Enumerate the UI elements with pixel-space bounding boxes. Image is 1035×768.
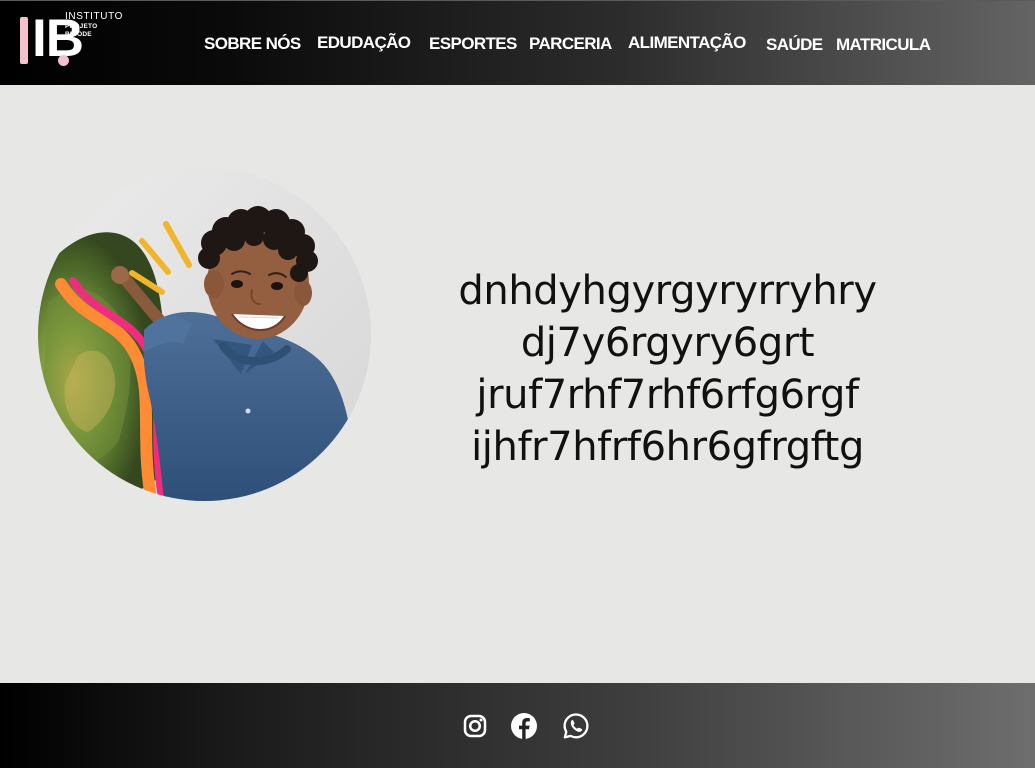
site-logo[interactable]: IB INSTITUTO PROJETO BIGODE (20, 11, 140, 70)
page: IB INSTITUTO PROJETO BIGODE SOBRE NÓS ED… (0, 0, 1035, 768)
main-content: dnhdyhgyrgyryrryhry dj7y6rgyry6grt jruf7… (0, 85, 1035, 683)
nav-item-esportes[interactable]: ESPORTES (429, 32, 517, 56)
whatsapp-icon[interactable] (561, 711, 591, 741)
nav-item-parceria[interactable]: PARCERIA (529, 32, 612, 56)
site-header: IB INSTITUTO PROJETO BIGODE SOBRE NÓS ED… (0, 0, 1035, 85)
child-photo-illustration (38, 168, 371, 501)
nav-item-saude[interactable]: SAÚDE (766, 33, 823, 57)
hero-text-line-3: jruf7rhf7rhf6rfg6rgf (476, 372, 859, 418)
main-navigation: SOBRE NÓS EDUDAÇÃO ESPORTES PARCERIA ALI… (204, 31, 964, 59)
logo-text: INSTITUTO PROJETO BIGODE (65, 11, 123, 39)
hero-text-line-1: dnhdyhgyrgyryrryhry (458, 268, 877, 314)
hero-text-line-2: dj7y6rgyry6grt (520, 320, 815, 366)
nav-item-alimentacao[interactable]: ALIMENTAÇÃO (628, 31, 746, 55)
hero-text-block: dnhdyhgyrgyryrryhry dj7y6rgyry6grt jruf7… (440, 265, 895, 473)
logo-line-instituto: INSTITUTO (65, 11, 123, 22)
site-footer (0, 683, 1035, 768)
hero-child-photo (38, 168, 371, 501)
logo-line-bigode: BIGODE (65, 31, 92, 38)
logo-accent-dot (58, 55, 69, 66)
nav-item-matricula[interactable]: MATRICULA (836, 33, 931, 57)
hero-text-line-4: ijhfr7hfrf6hr6gfrgftg (471, 424, 864, 470)
nav-item-educacao[interactable]: EDUDAÇÃO (317, 31, 411, 55)
nav-item-sobre-nos[interactable]: SOBRE NÓS (204, 32, 301, 56)
instagram-icon[interactable] (460, 711, 490, 741)
logo-line-projeto: PROJETO (65, 23, 98, 30)
facebook-icon[interactable] (509, 711, 539, 741)
logo-letter-i-bar (20, 17, 28, 64)
